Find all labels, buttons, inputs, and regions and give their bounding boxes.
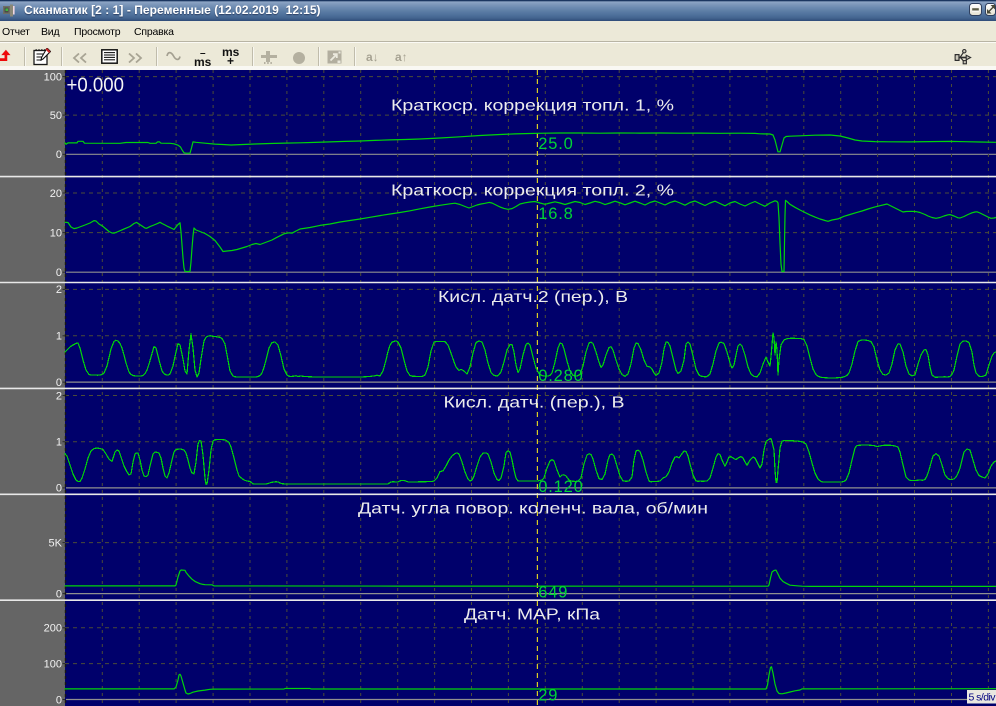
svg-text:5 s/div: 5 s/div (969, 692, 996, 704)
svg-text:29: 29 (538, 687, 558, 705)
svg-text:Датч. MAP, кПа: Датч. MAP, кПа (464, 607, 600, 624)
svg-text:0: 0 (56, 149, 62, 161)
svg-text:649: 649 (538, 583, 568, 601)
svg-text:0: 0 (56, 694, 62, 706)
svg-text:2: 2 (56, 390, 62, 402)
svg-text:Краткоср. коррекция топл. 2, %: Краткоср. коррекция топл. 2, % (391, 182, 674, 199)
svg-text:0: 0 (56, 483, 62, 495)
svg-text:0: 0 (56, 588, 62, 600)
svg-text:1: 1 (56, 331, 62, 343)
svg-text:100: 100 (44, 658, 62, 670)
svg-text:10: 10 (50, 227, 62, 239)
svg-text:25.0: 25.0 (538, 135, 573, 153)
svg-text:2: 2 (56, 284, 62, 296)
svg-text:Кисл. датч. (пер.), В: Кисл. датч. (пер.), В (444, 395, 625, 412)
svg-text:Кисл. датч.2 (пер.), В: Кисл. датч.2 (пер.), В (438, 289, 628, 306)
svg-text:5K: 5K (49, 537, 63, 549)
svg-text:1: 1 (56, 437, 62, 449)
svg-text:Датч. угла повор. коленч. вала: Датч. угла повор. коленч. вала, об/мин (358, 501, 708, 518)
svg-text:20: 20 (50, 188, 62, 200)
svg-text:0: 0 (56, 377, 62, 389)
svg-text:Краткоср. коррекция топл. 1, %: Краткоср. коррекция топл. 1, % (391, 98, 674, 115)
svg-text:0: 0 (56, 267, 62, 279)
svg-text:50: 50 (50, 110, 62, 122)
svg-text:0.280: 0.280 (538, 367, 583, 385)
svg-text:200: 200 (44, 623, 62, 635)
svg-text:0.120: 0.120 (538, 478, 583, 496)
svg-text:16.8: 16.8 (538, 205, 573, 223)
svg-text:100: 100 (44, 71, 62, 83)
svg-text:+0.000: +0.000 (67, 74, 125, 96)
